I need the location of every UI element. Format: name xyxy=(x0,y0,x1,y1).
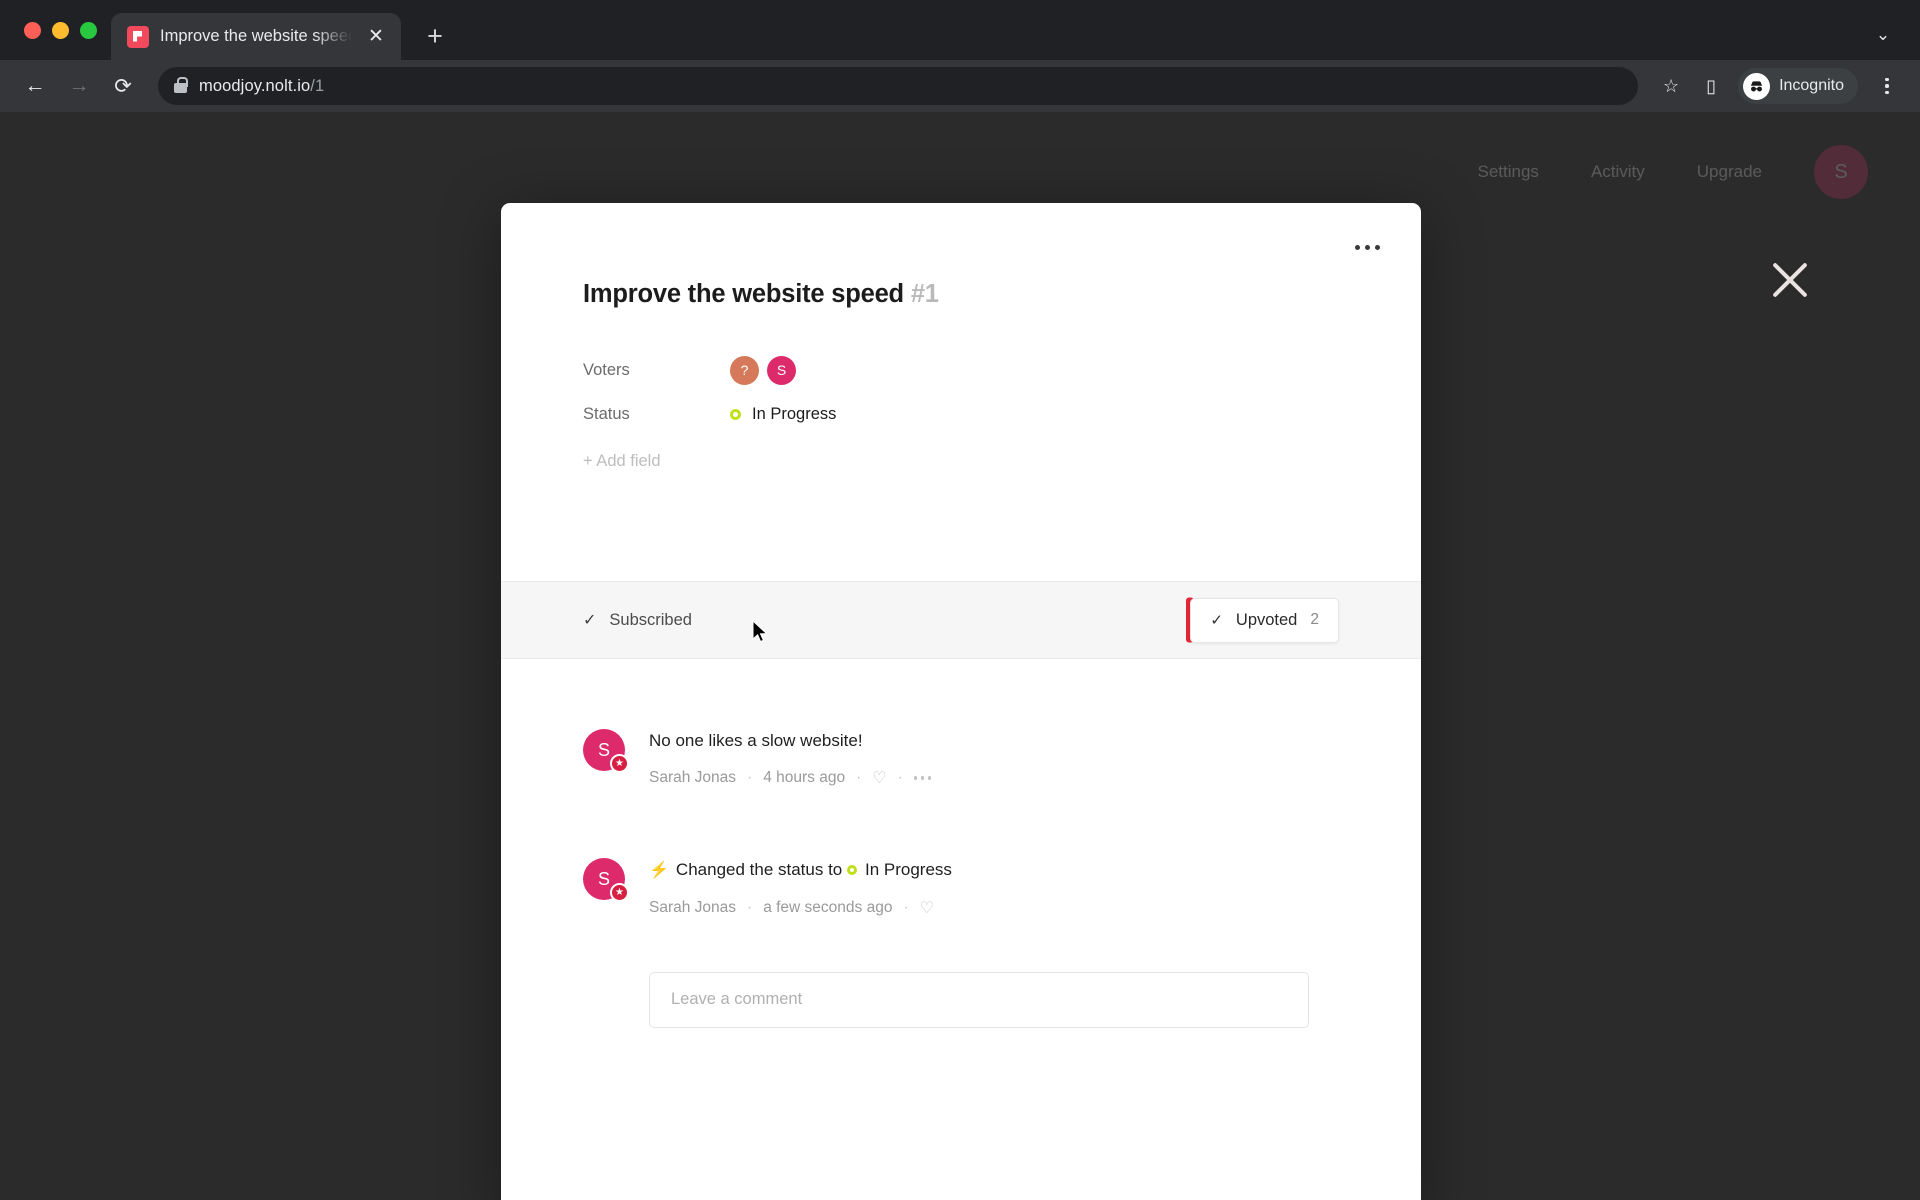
meta-separator: · xyxy=(747,898,753,916)
upvote-area: ✓ Upvoted 2 xyxy=(1186,597,1339,643)
issue-number: #1 xyxy=(910,280,939,308)
voters-list[interactable]: ? S xyxy=(730,355,804,385)
comment-meta: Sarah Jonas · a few seconds ago · ♡ xyxy=(649,898,1339,918)
check-icon: ✓ xyxy=(583,612,597,629)
lightning-bolt-icon: ⚡ xyxy=(649,862,669,880)
status-change-body: ⚡ Changed the status to In Progress Sarah… xyxy=(649,858,1339,918)
issue-detail-modal: Improve the website speed #1 Voters ? S … xyxy=(501,203,1421,1200)
overflow-menu-icon[interactable] xyxy=(1347,230,1387,264)
field-label: Voters xyxy=(583,360,630,379)
comment-author: Sarah Jonas xyxy=(649,898,737,916)
reload-button[interactable]: ⟳ xyxy=(104,67,142,105)
minimize-window-button[interactable] xyxy=(52,21,69,39)
comment-input[interactable]: Leave a comment xyxy=(649,971,1309,1028)
bookmark-star-icon[interactable]: ☆ xyxy=(1654,69,1688,103)
admin-star-icon: ★ xyxy=(610,754,629,773)
comment-body: No one likes a slow website! Sarah Jonas… xyxy=(649,729,1339,788)
issue-title-text: Improve the website speed xyxy=(583,280,904,308)
meta-separator: · xyxy=(747,769,753,787)
comment-text: No one likes a slow website! xyxy=(649,731,863,750)
admin-star-icon: ★ xyxy=(610,883,629,903)
inline-status-label: In Progress xyxy=(865,860,952,880)
url-text: moodjoy.nolt.io/1 xyxy=(199,77,324,96)
heart-icon[interactable]: ♡ xyxy=(872,768,886,788)
list-item: S ★ No one likes a slow website! Sarah J… xyxy=(583,659,1339,788)
list-item: S ★ ⚡ Changed the status to In Progress S… xyxy=(583,788,1339,918)
close-window-button[interactable] xyxy=(24,21,41,39)
heart-icon[interactable]: ♡ xyxy=(920,898,934,918)
comment-placeholder: Leave a comment xyxy=(671,990,803,1009)
page-title: Improve the website speed #1 xyxy=(583,280,1339,309)
meta-separator: · xyxy=(903,898,909,916)
avatar-initial: S xyxy=(1814,145,1868,199)
nav-link-settings[interactable]: Settings xyxy=(1478,162,1539,182)
comment-more-icon[interactable] xyxy=(913,776,932,780)
nav-link-activity[interactable]: Activity xyxy=(1591,162,1645,182)
tab-strip: Improve the website speed · M ✕ + ⌄ xyxy=(0,0,1920,60)
maximize-window-button[interactable] xyxy=(80,21,97,39)
comment-timestamp: a few seconds ago xyxy=(763,898,893,916)
subscribe-label: Subscribed xyxy=(609,610,692,629)
nav-link-upgrade[interactable]: Upgrade xyxy=(1697,162,1762,182)
avatar[interactable]: S xyxy=(1814,145,1868,199)
inline-status-badge: In Progress xyxy=(847,859,952,881)
status-value[interactable]: In Progress xyxy=(730,405,836,424)
voter-avatar[interactable]: ? xyxy=(730,355,759,385)
subscribe-bar: ✓ Subscribed ✓ Upvoted 2 xyxy=(501,581,1421,659)
side-panel-icon[interactable]: ▯ xyxy=(1694,69,1728,103)
comment-timestamp: 4 hours ago xyxy=(763,769,846,787)
window-controls xyxy=(18,0,111,60)
field-row-voters: Voters ? S xyxy=(583,348,1339,392)
page-viewport: Settings Activity Upgrade S Improve the … xyxy=(0,112,1920,1200)
status-badge: In Progress xyxy=(752,404,837,423)
nolt-flag-icon xyxy=(127,25,149,48)
close-icon[interactable] xyxy=(1762,252,1818,308)
incognito-profile-chip[interactable]: Incognito xyxy=(1738,68,1858,104)
avatar[interactable]: S ★ xyxy=(583,858,629,903)
status-dot-icon xyxy=(730,408,741,420)
meta-separator: · xyxy=(897,769,903,787)
mouse-cursor xyxy=(752,620,768,643)
add-field-button[interactable]: + Add field xyxy=(583,452,1339,471)
activity-feed: S ★ No one likes a slow website! Sarah J… xyxy=(501,659,1421,1028)
upvote-count: 2 xyxy=(1310,611,1319,628)
browser-menu-button[interactable] xyxy=(1870,69,1904,103)
field-row-status[interactable]: Status In Progress xyxy=(583,392,1339,436)
modal-header: Improve the website speed #1 Voters ? S … xyxy=(501,203,1421,471)
meta-separator: · xyxy=(856,769,862,787)
field-label: Status xyxy=(583,404,630,423)
url-path: /1 xyxy=(310,76,325,95)
status-change-text: ⚡ Changed the status to In Progress xyxy=(649,859,1339,882)
avatar[interactable]: S ★ xyxy=(583,729,629,773)
url-host: moodjoy.nolt.io xyxy=(199,76,311,95)
upvote-label: Upvoted xyxy=(1235,610,1298,629)
voter-avatar[interactable]: S xyxy=(767,355,796,385)
status-change-prefix: Changed the status to xyxy=(675,860,843,880)
field-list: Voters ? S Status In Progress xyxy=(583,348,1339,436)
subscribe-toggle[interactable]: ✓ Subscribed xyxy=(583,610,692,630)
browser-toolbar: ← → ⟳ moodjoy.nolt.io/1 ☆ ▯ Incognito xyxy=(0,60,1920,112)
upvote-button[interactable]: ✓ Upvoted 2 xyxy=(1190,597,1339,643)
incognito-icon xyxy=(1743,72,1771,100)
status-dot-icon xyxy=(847,865,857,876)
lock-icon xyxy=(174,77,188,93)
new-tab-button[interactable]: + xyxy=(415,16,455,56)
browser-tab[interactable]: Improve the website speed · M ✕ xyxy=(111,13,401,60)
comment-meta: Sarah Jonas · 4 hours ago · ♡ · xyxy=(649,768,1339,788)
address-bar[interactable]: moodjoy.nolt.io/1 xyxy=(158,67,1639,105)
forward-button[interactable]: → xyxy=(60,67,98,105)
close-tab-button[interactable]: ✕ xyxy=(363,24,389,50)
chevron-down-icon[interactable]: ⌄ xyxy=(1866,18,1900,52)
back-button[interactable]: ← xyxy=(16,67,54,105)
check-icon: ✓ xyxy=(1210,612,1223,629)
tab-title: Improve the website speed · M xyxy=(160,27,352,45)
comment-author: Sarah Jonas xyxy=(649,769,737,787)
profile-label: Incognito xyxy=(1779,77,1844,94)
browser-window: Improve the website speed · M ✕ + ⌄ ← → … xyxy=(0,0,1920,1200)
